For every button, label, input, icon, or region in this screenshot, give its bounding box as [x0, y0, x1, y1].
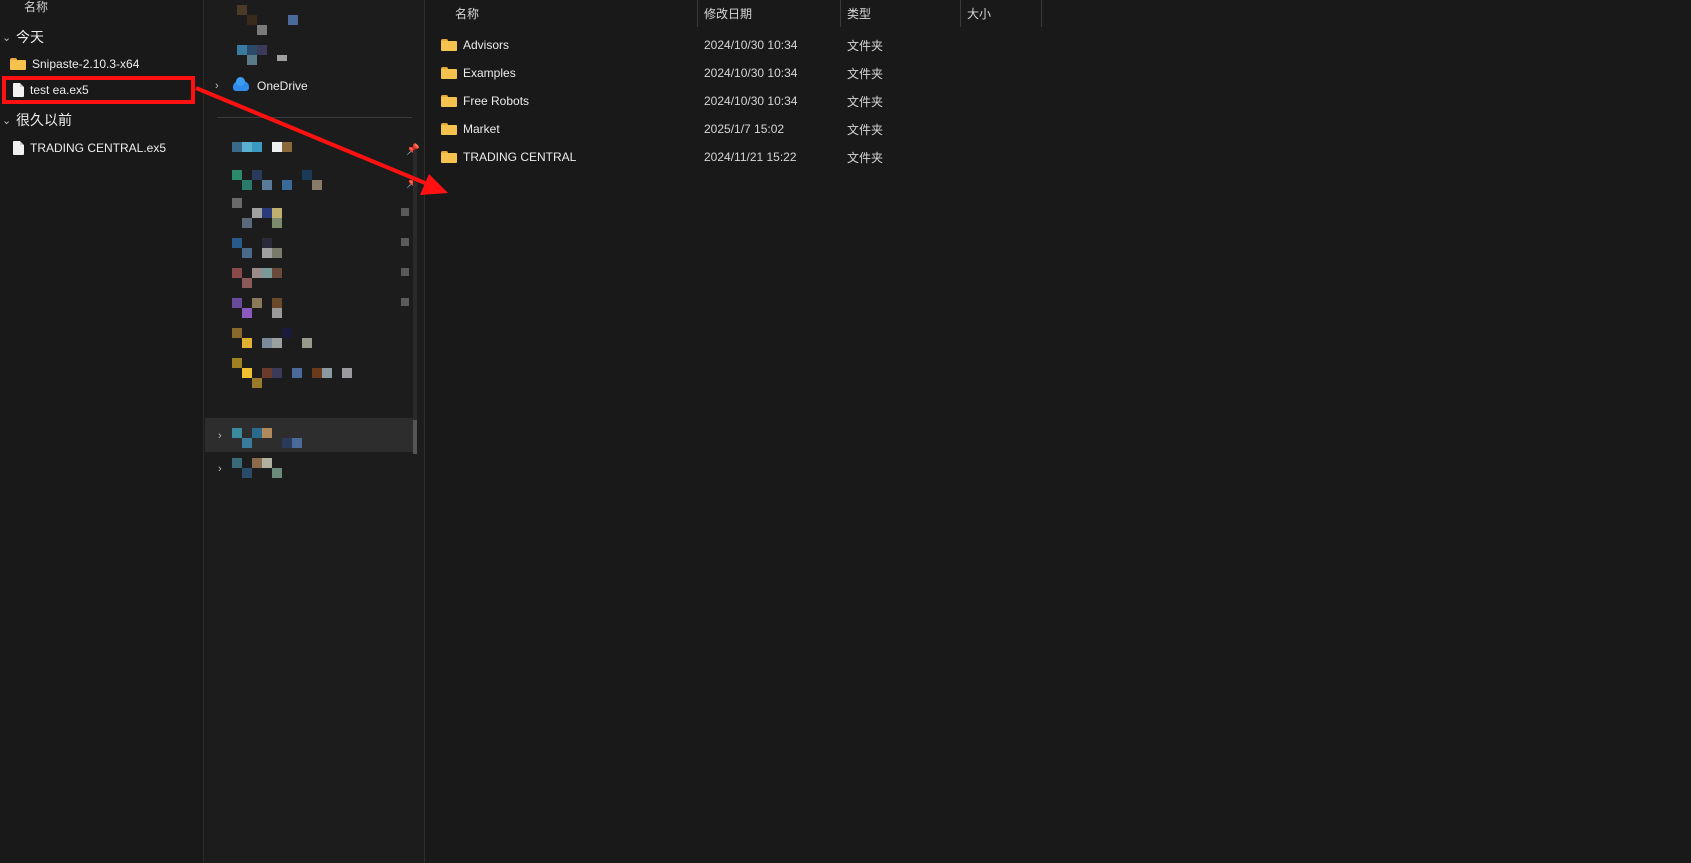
- row-name: TRADING CENTRAL: [463, 150, 577, 164]
- nav-divider: [217, 117, 412, 118]
- group-title: 今天: [16, 29, 44, 45]
- table-row[interactable]: Free Robots 2024/10/30 10:34 文件夹: [441, 87, 1041, 115]
- list-item-snipaste[interactable]: Snipaste-2.10.3-x64: [10, 53, 200, 75]
- folder-icon: [10, 58, 26, 70]
- table-row[interactable]: Examples 2024/10/30 10:34 文件夹: [441, 59, 1041, 87]
- source-file-list: 名称 ⌄ 今天 Snipaste-2.10.3-x64 test ea.ex5 …: [0, 0, 203, 863]
- table-row[interactable]: Market 2025/1/7 15:02 文件夹: [441, 115, 1041, 143]
- row-name: Market: [463, 122, 500, 136]
- onedrive-cloud-icon: [233, 77, 249, 91]
- file-icon: [13, 141, 24, 155]
- row-date: 2024/10/30 10:34: [704, 94, 798, 108]
- chevron-right-icon[interactable]: ›: [218, 463, 222, 475]
- column-header-date[interactable]: 修改日期: [704, 0, 752, 27]
- row-date: 2025/1/7 15:02: [704, 122, 785, 136]
- row-type: 文件夹: [847, 150, 884, 165]
- column-header-name[interactable]: 名称: [24, 0, 48, 15]
- column-separator[interactable]: [697, 0, 698, 27]
- group-title: 很久以前: [16, 112, 72, 128]
- annotation-highlight-box: [2, 76, 195, 104]
- column-header-type[interactable]: 类型: [847, 0, 871, 27]
- chevron-right-icon[interactable]: ›: [215, 80, 233, 92]
- row-type: 文件夹: [847, 122, 884, 137]
- row-date: 2024/10/30 10:34: [704, 38, 798, 52]
- row-name: Examples: [463, 66, 516, 80]
- nav-item-onedrive[interactable]: › OneDrive: [215, 75, 308, 97]
- folder-icon: [441, 39, 457, 51]
- row-name: Advisors: [463, 38, 510, 52]
- folder-icon: [441, 67, 457, 79]
- list-item-trading-central-ex5[interactable]: TRADING CENTRAL.ex5: [10, 137, 200, 159]
- group-today[interactable]: ⌄ 今天: [0, 25, 203, 49]
- nav-scrollbar-thumb[interactable]: [413, 420, 417, 454]
- row-name: Free Robots: [463, 94, 530, 108]
- column-separator[interactable]: [1041, 0, 1042, 27]
- chevron-down-icon[interactable]: ⌄: [2, 31, 16, 44]
- chevron-down-icon[interactable]: ⌄: [2, 114, 16, 127]
- column-header-name[interactable]: 名称: [455, 0, 479, 27]
- folder-icon: [441, 151, 457, 163]
- row-date: 2024/10/30 10:34: [704, 66, 798, 80]
- table-row[interactable]: Advisors 2024/10/30 10:34 文件夹: [441, 31, 1041, 59]
- file-name: TRADING CENTRAL.ex5: [30, 141, 167, 155]
- sort-ascending-icon: ⌃: [567, 0, 576, 7]
- nav-scrollbar[interactable]: [413, 150, 417, 450]
- group-long-ago[interactable]: ⌄ 很久以前: [0, 108, 203, 132]
- row-type: 文件夹: [847, 38, 884, 53]
- folder-icon: [441, 123, 457, 135]
- chevron-right-icon[interactable]: ›: [218, 430, 222, 442]
- row-date: 2024/11/21 15:22: [704, 150, 797, 164]
- table-row[interactable]: TRADING CENTRAL 2024/11/21 15:22 文件夹: [441, 143, 1041, 171]
- row-type: 文件夹: [847, 94, 884, 109]
- nav-item-label: OneDrive: [257, 79, 308, 93]
- column-separator[interactable]: [840, 0, 841, 27]
- row-type: 文件夹: [847, 66, 884, 81]
- file-name: Snipaste-2.10.3-x64: [32, 57, 140, 71]
- folder-icon: [441, 95, 457, 107]
- column-header-size[interactable]: 大小: [967, 0, 991, 27]
- column-separator[interactable]: [960, 0, 961, 27]
